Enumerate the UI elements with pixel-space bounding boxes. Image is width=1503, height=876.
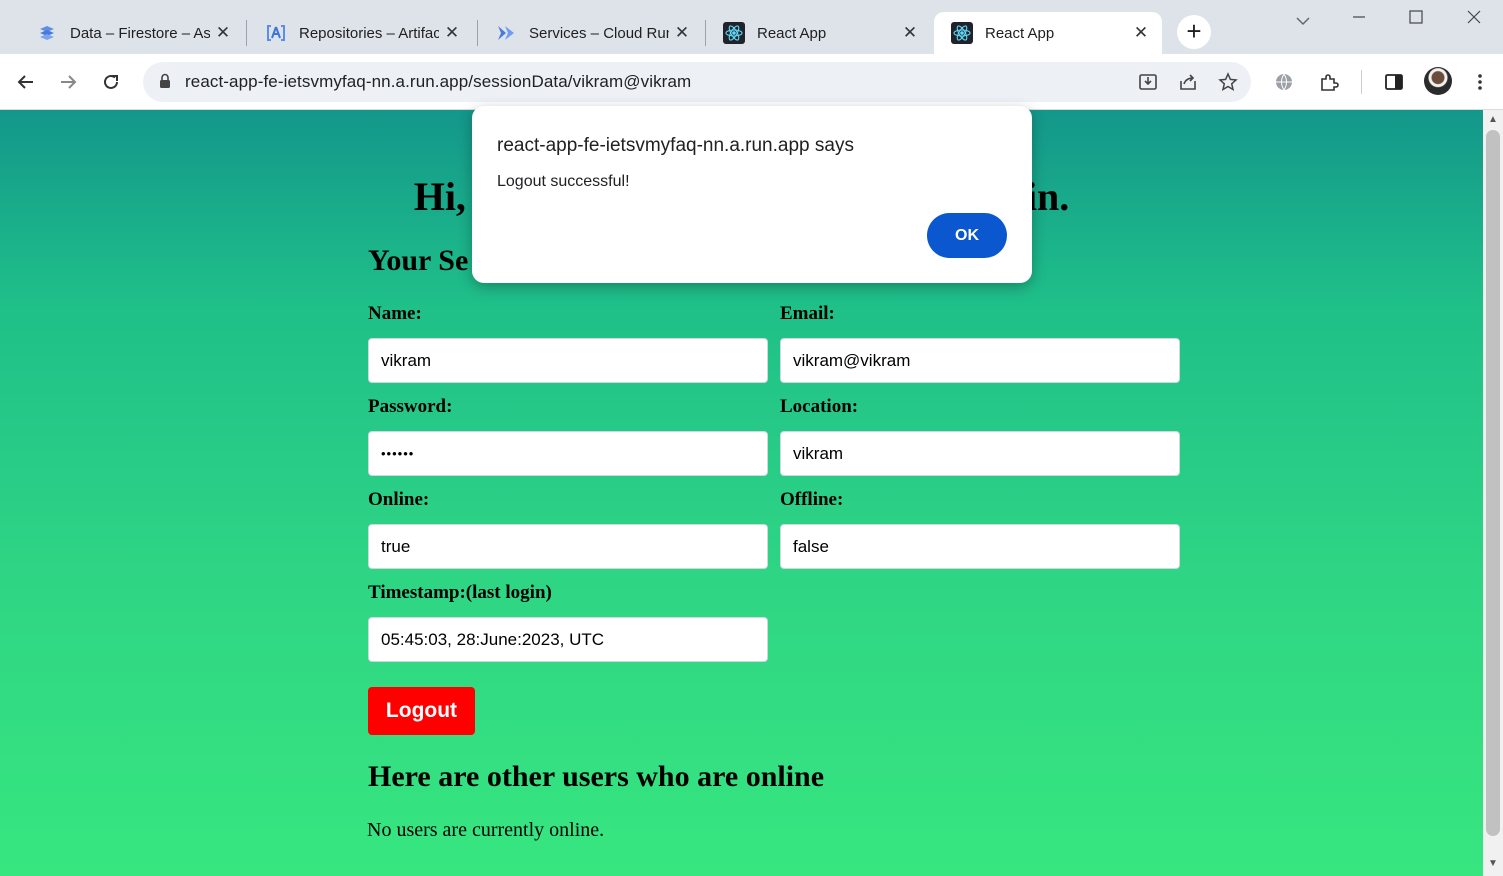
lock-icon[interactable] [159,73,171,94]
tab-title: Data – Firestore – As [70,24,210,42]
timestamp-label: Timestamp:(last login) [368,582,552,603]
tab-react-app-active[interactable]: React App ✕ [934,12,1162,54]
forward-icon[interactable] [54,68,82,96]
password-label: Password: [368,396,453,417]
tab-react-app[interactable]: React App ✕ [709,12,931,54]
close-window-icon[interactable] [1459,8,1489,32]
email-label: Email: [780,303,835,324]
password-field[interactable]: •••••• [368,431,768,476]
artifact-registry-icon [265,22,287,44]
name-field[interactable]: vikram [368,338,768,383]
logout-button[interactable]: Logout [368,687,475,735]
react-icon [951,22,973,44]
tab-artifact-registry[interactable]: Repositories – Artifac ✕ [251,12,473,54]
scrollbar-thumb[interactable] [1486,130,1500,836]
firestore-icon [36,22,58,44]
globe-extension-icon[interactable] [1270,68,1298,96]
back-icon[interactable] [12,68,40,96]
email-field[interactable]: vikram@vikram [780,338,1180,383]
tab-search-icon[interactable] [1288,10,1318,34]
online-label: Online: [368,489,430,510]
timestamp-field[interactable]: 05:45:03, 28:June:2023, UTC [368,617,768,662]
offline-label: Offline: [780,489,844,510]
name-label: Name: [368,303,422,324]
greeting-right: in. [1025,174,1070,219]
close-tab-icon[interactable]: ✕ [1132,24,1150,42]
location-label: Location: [780,396,859,417]
share-icon[interactable] [1177,71,1199,93]
alert-dialog: react-app-fe-ietsvmyfaq-nn.a.run.app say… [472,106,1032,283]
online-users-heading: Here are other users who are online [368,760,825,793]
close-tab-icon[interactable]: ✕ [673,24,691,42]
tab-cloud-run[interactable]: Services – Cloud Run ✕ [481,12,703,54]
online-field[interactable]: true [368,524,768,569]
dialog-ok-button[interactable]: OK [927,213,1007,258]
tab-title: React App [757,24,827,42]
tab-separator [477,20,478,46]
install-app-icon[interactable] [1137,71,1159,93]
minimize-icon[interactable] [1344,8,1374,32]
close-tab-icon[interactable]: ✕ [214,24,232,42]
profile-avatar[interactable] [1424,67,1452,95]
tab-separator [246,20,247,46]
reload-icon[interactable] [97,68,125,96]
tab-title: React App [985,24,1055,42]
maximize-icon[interactable] [1401,8,1431,32]
page-scrollbar[interactable]: ▲ ▼ [1483,110,1503,876]
bookmark-star-icon[interactable] [1217,71,1239,93]
extensions-puzzle-icon[interactable] [1315,68,1343,96]
tab-separator [705,20,706,46]
menu-kebab-icon[interactable] [1466,68,1494,96]
greeting-left: Hi, [413,174,466,219]
tab-firestore[interactable]: Data – Firestore – As ✕ [22,12,244,54]
offline-field[interactable]: false [780,524,1180,569]
dialog-message: Logout successful! [497,173,630,190]
react-icon [723,22,745,44]
close-tab-icon[interactable]: ✕ [443,24,461,42]
new-tab-button[interactable]: + [1177,15,1211,49]
url-text[interactable]: react-app-fe-ietsvmyfaq-nn.a.run.app/ses… [185,72,691,92]
side-panel-icon[interactable] [1380,68,1408,96]
browser-toolbar: react-app-fe-ietsvmyfaq-nn.a.run.app/ses… [0,54,1503,110]
tab-title: Services – Cloud Run [529,24,669,42]
cloud-run-icon [495,22,517,44]
close-tab-icon[interactable]: ✕ [901,24,919,42]
tab-strip: Data – Firestore – As ✕ Repositories – A… [0,0,1503,54]
tab-title: Repositories – Artifac [299,24,439,42]
scroll-down-icon[interactable]: ▼ [1487,858,1499,870]
session-heading: Your Se [368,244,469,277]
toolbar-divider [1361,70,1362,94]
address-bar[interactable]: react-app-fe-ietsvmyfaq-nn.a.run.app/ses… [143,62,1251,102]
location-field[interactable]: vikram [780,431,1180,476]
scroll-up-icon[interactable]: ▲ [1487,114,1499,126]
online-users-empty-text: No users are currently online. [367,819,605,841]
dialog-title: react-app-fe-ietsvmyfaq-nn.a.run.app say… [497,135,854,156]
